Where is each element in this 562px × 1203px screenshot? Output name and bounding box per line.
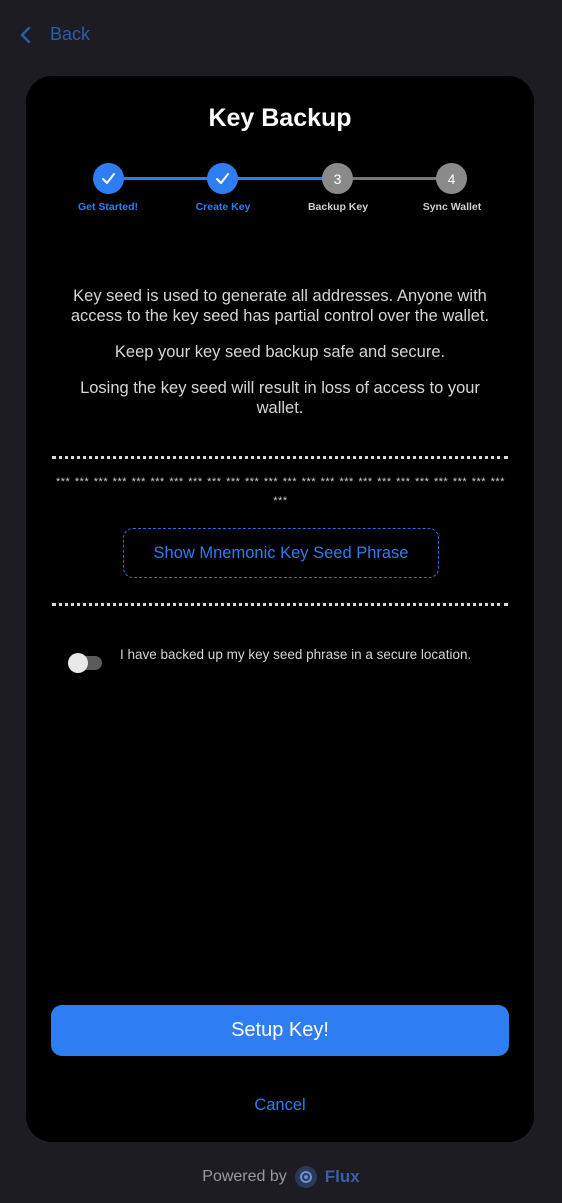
toggle-knob [68, 653, 88, 673]
description-paragraph-3: Losing the key seed will result in loss … [80, 379, 480, 417]
checkmark-icon [102, 173, 115, 184]
step-3-label: Backup Key [307, 201, 369, 213]
divider-bottom [52, 603, 508, 606]
step-1-circle [93, 163, 124, 194]
backup-confirmation-row: I have backed up my key seed phrase in a… [68, 646, 488, 673]
backup-confirmation-toggle[interactable] [68, 653, 102, 673]
step-1-label: Get Started! [77, 201, 139, 213]
back-button[interactable]: Back [18, 24, 90, 45]
description-paragraph-1: Key seed is used to generate all address… [70, 287, 490, 325]
step-4-label: Sync Wallet [422, 201, 482, 213]
checkmark-icon [216, 173, 229, 184]
step-4-number: 4 [447, 170, 456, 187]
backup-confirmation-label: I have backed up my key seed phrase in a… [120, 647, 472, 662]
divider-top [52, 456, 508, 459]
footer: Powered by Flux [0, 1166, 562, 1188]
chevron-left-icon [20, 26, 31, 43]
show-seed-phrase-button[interactable]: Show Mnemonic Key Seed Phrase [123, 528, 439, 578]
description: Key seed is used to generate all address… [56, 286, 504, 434]
masked-seed-phrase: *** *** *** *** *** *** *** *** *** *** … [55, 476, 505, 507]
key-backup-card: Key Backup Get Started! Create Key 3 Bac… [26, 76, 534, 1142]
cancel-button[interactable]: Cancel [26, 1096, 534, 1115]
step-4-circle: 4 [436, 163, 467, 194]
powered-by-text: Powered by [202, 1168, 287, 1185]
step-2-circle [207, 163, 238, 194]
flux-logo-icon [294, 1166, 317, 1188]
step-2-label: Create Key [195, 201, 251, 213]
setup-key-button[interactable]: Setup Key! [51, 1005, 509, 1056]
step-3-circle: 3 [322, 163, 353, 194]
progress-stepper: Get Started! Create Key 3 Backup Key 4 S… [26, 76, 534, 226]
step-3-number: 3 [333, 170, 342, 187]
flux-brand: Flux [324, 1167, 360, 1186]
back-label: Back [50, 24, 91, 44]
description-paragraph-2: Keep your key seed backup safe and secur… [114, 343, 446, 361]
